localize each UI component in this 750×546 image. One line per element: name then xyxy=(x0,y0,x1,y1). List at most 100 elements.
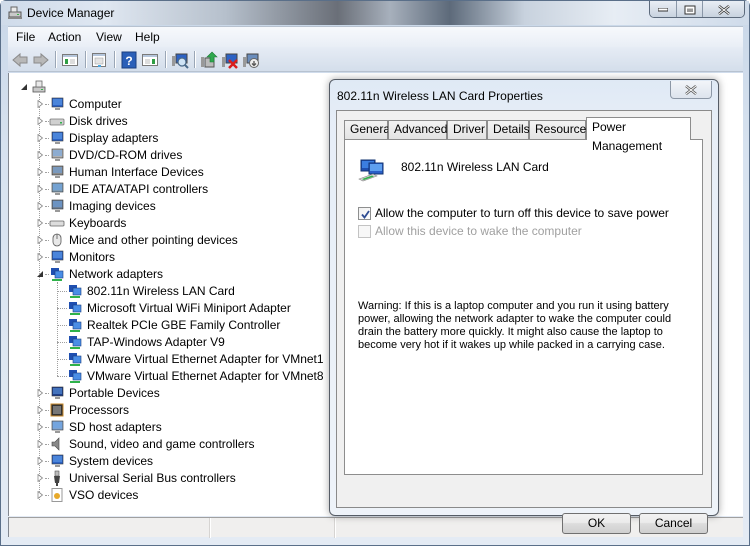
tree-item[interactable]: Processors xyxy=(49,401,129,418)
tab-resources[interactable]: Resources xyxy=(529,120,592,139)
tree-item-label: Monitors xyxy=(69,249,116,264)
tree-root[interactable] xyxy=(31,78,51,95)
tree-item[interactable]: Display adapters xyxy=(49,129,158,146)
dialog-close-button[interactable] xyxy=(670,81,712,99)
title-bar[interactable]: Device Manager xyxy=(1,1,749,25)
tree-item[interactable]: IDE ATA/ATAPI controllers xyxy=(49,180,208,197)
tab-advanced[interactable]: Advanced xyxy=(388,120,447,139)
network-adapter-icon xyxy=(69,369,82,383)
expand-arrow-icon[interactable] xyxy=(36,185,44,193)
tree-item-label: Network adapters xyxy=(69,266,164,281)
expand-arrow-icon[interactable] xyxy=(36,219,44,227)
minimize-button[interactable] xyxy=(650,1,676,17)
expand-arrow-icon[interactable] xyxy=(36,236,44,244)
sd-host-adapter-icon xyxy=(51,420,64,433)
caption-buttons xyxy=(649,1,745,18)
expand-arrow-icon[interactable] xyxy=(36,474,44,482)
toolbar-separator xyxy=(55,51,56,68)
cancel-button[interactable]: Cancel xyxy=(639,513,708,534)
ok-button[interactable]: OK xyxy=(562,513,631,534)
expand-arrow-icon[interactable] xyxy=(36,457,44,465)
properties-icon[interactable] xyxy=(90,51,108,69)
expand-arrow-icon[interactable] xyxy=(36,117,44,125)
tree-item[interactable]: VSO devices xyxy=(49,486,138,503)
tree-item[interactable]: Human Interface Devices xyxy=(49,163,204,180)
tree-item[interactable]: System devices xyxy=(49,452,153,469)
tree-item[interactable]: Keyboards xyxy=(49,214,126,231)
back-arrow-icon[interactable] xyxy=(11,51,29,69)
help-icon[interactable]: ? xyxy=(120,51,138,69)
allow-turn-off-checkbox[interactable] xyxy=(358,206,371,220)
tree-item[interactable]: Universal Serial Bus controllers xyxy=(49,469,236,486)
tree-item-label: Computer xyxy=(69,96,122,111)
menu-file[interactable]: File xyxy=(16,30,35,44)
dialog-title: 802.11n Wireless LAN Card Properties xyxy=(337,89,543,103)
maximize-button[interactable] xyxy=(676,1,702,17)
tree-child-item[interactable]: 802.11n Wireless LAN Card xyxy=(67,282,235,299)
menu-help[interactable]: Help xyxy=(135,30,160,44)
show-hide-console-tree-icon[interactable] xyxy=(61,51,79,69)
tree-item[interactable]: Network adapters xyxy=(49,265,163,282)
tab-power-management[interactable]: Power Management xyxy=(586,117,691,153)
device-manager-icon xyxy=(8,6,22,19)
tree-guide-line xyxy=(57,291,67,292)
tree-item-label: Sound, video and game controllers xyxy=(69,436,255,451)
disable-device-icon[interactable] xyxy=(242,51,260,69)
uninstall-icon[interactable] xyxy=(221,51,239,69)
power-management-panel: 802.11n Wireless LAN Card Allow the comp… xyxy=(344,139,703,475)
tree-item[interactable]: Disk drives xyxy=(49,112,128,129)
menu-view[interactable]: View xyxy=(96,30,122,44)
update-driver-icon[interactable] xyxy=(200,51,218,69)
tree-item-label: DVD/CD-ROM drives xyxy=(69,147,183,162)
ide-controller-icon xyxy=(51,182,64,195)
expand-arrow-icon[interactable] xyxy=(36,406,44,414)
monitor-icon xyxy=(51,250,64,263)
expand-arrow-icon[interactable] xyxy=(36,168,44,176)
expand-arrow-icon[interactable] xyxy=(36,423,44,431)
expand-arrow-icon[interactable] xyxy=(36,134,44,142)
tree-child-item[interactable]: VMware Virtual Ethernet Adapter for VMne… xyxy=(67,350,324,367)
warning-text: Warning: If this is a laptop computer an… xyxy=(358,300,672,351)
expand-arrow-icon[interactable] xyxy=(36,440,44,448)
tree-item[interactable]: Computer xyxy=(49,95,122,112)
tab-driver[interactable]: Driver xyxy=(447,120,487,139)
tree-item[interactable]: Imaging devices xyxy=(49,197,156,214)
allow-wake-option: Allow this device to wake the computer xyxy=(358,224,582,238)
tree-item-label: Keyboards xyxy=(69,215,127,230)
tree-item[interactable]: Portable Devices xyxy=(49,384,160,401)
expand-arrow-icon[interactable] xyxy=(36,253,44,261)
collapse-arrow-icon[interactable] xyxy=(36,270,44,278)
tab-details[interactable]: Details xyxy=(487,120,530,139)
expand-arrow-icon[interactable] xyxy=(36,151,44,159)
menu-action[interactable]: Action xyxy=(48,30,81,44)
tree-item-label: Imaging devices xyxy=(69,198,156,213)
tree-child-item[interactable]: VMware Virtual Ethernet Adapter for VMne… xyxy=(67,367,324,384)
expand-arrow-icon[interactable] xyxy=(36,202,44,210)
system-device-icon xyxy=(51,454,64,467)
tree-child-item[interactable]: TAP-Windows Adapter V9 xyxy=(67,333,225,350)
tree-item[interactable]: SD host adapters xyxy=(49,418,162,435)
tab-general[interactable]: General xyxy=(344,120,393,139)
tree-item[interactable]: Monitors xyxy=(49,248,115,265)
show-action-pane-icon[interactable] xyxy=(141,51,159,69)
tree-child-item[interactable]: Realtek PCIe GBE Family Controller xyxy=(67,316,280,333)
allow-turn-off-option[interactable]: Allow the computer to turn off this devi… xyxy=(358,206,669,220)
toolbar-separator xyxy=(114,51,115,68)
expand-arrow-icon[interactable] xyxy=(36,389,44,397)
expand-arrow-icon[interactable] xyxy=(36,100,44,108)
tree-guide-line xyxy=(57,342,67,343)
tree-item[interactable]: Sound, video and game controllers xyxy=(49,435,254,452)
tree-item-label: IDE ATA/ATAPI controllers xyxy=(69,181,209,196)
network-adapter-icon xyxy=(51,267,64,281)
tree-item-label: Mice and other pointing devices xyxy=(69,232,238,247)
tree-item[interactable]: Mice and other pointing devices xyxy=(49,231,238,248)
minimize-icon xyxy=(658,7,668,11)
close-button[interactable] xyxy=(702,1,744,17)
collapse-arrow-icon[interactable] xyxy=(20,83,28,91)
tree-child-item[interactable]: Microsoft Virtual WiFi Miniport Adapter xyxy=(67,299,291,316)
expand-arrow-icon[interactable] xyxy=(36,491,44,499)
tree-item[interactable]: DVD/CD-ROM drives xyxy=(49,146,182,163)
scan-hardware-changes-icon[interactable] xyxy=(171,51,189,69)
forward-arrow-icon[interactable] xyxy=(32,51,50,69)
display-adapter-icon xyxy=(51,131,64,144)
